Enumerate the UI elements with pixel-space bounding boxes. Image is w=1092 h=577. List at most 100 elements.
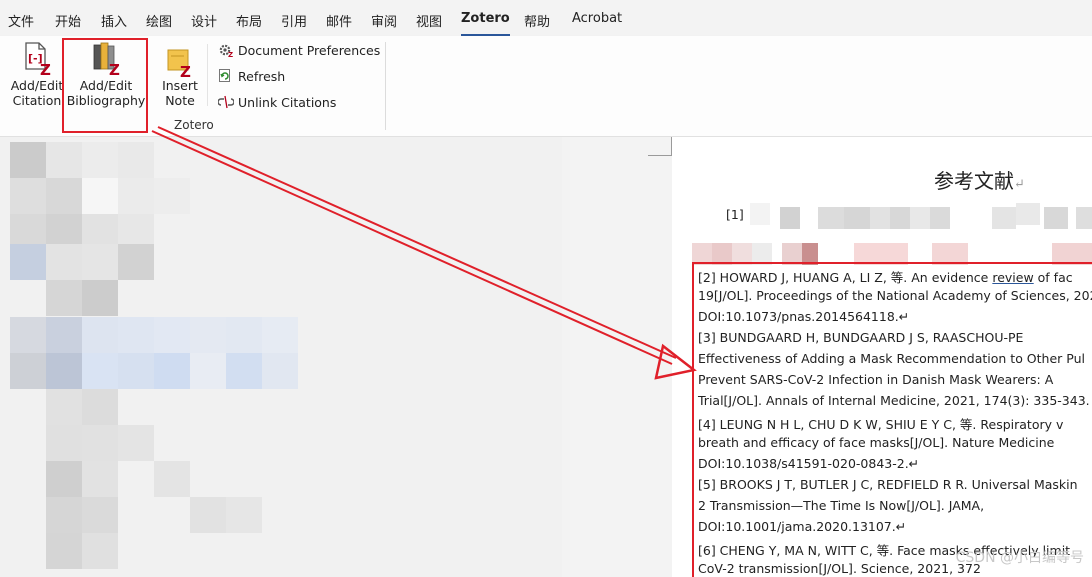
blur-pixel [750,203,770,225]
refresh-label: Refresh [238,69,286,84]
blur-pixel [844,207,870,229]
refresh-button[interactable]: Refresh [218,69,285,84]
blur-pixel [226,497,262,533]
gear-icon: Z [218,43,234,59]
ribbon-group-separator [385,42,386,130]
blur-pixel [190,353,226,389]
blur-pixel [10,317,46,353]
tab-help[interactable]: 帮助 [524,11,550,30]
blur-pixel [46,178,82,214]
blur-pixel [10,178,46,214]
insert-note-button[interactable]: Z Insert Note [158,42,202,108]
blur-pixel [226,317,262,353]
blur-pixel [154,353,190,389]
blur-pixel [82,280,118,316]
refresh-icon [218,69,234,83]
add-edit-citation-label-2: Citation [12,93,62,108]
blur-pixel [82,353,118,389]
blur-pixel [46,533,82,569]
blur-pixel [46,425,82,461]
blur-pixel [46,389,82,425]
blur-pixel [46,353,82,389]
bibliography-result-box [692,262,1092,577]
tab-review[interactable]: 审阅 [371,11,397,30]
blur-pixel [118,353,154,389]
citation-icon: [-] Z [22,42,54,79]
blur-pixel [870,207,890,229]
document-preferences-button[interactable]: Z Document Preferences [218,43,381,59]
blur-pixel [118,142,154,178]
blur-pixel [118,317,154,353]
blur-pixel [118,178,154,214]
blur-pixel [46,244,82,280]
add-edit-citation-label-1: Add/Edit [10,78,64,93]
references-heading: 参考文献↵ [934,169,1025,193]
blur-pixel [10,142,46,178]
blur-pixel [46,317,82,353]
blur-pixel [190,317,226,353]
zotero-ribbon: [-] Z Add/Edit Citation Z Add/Edit Bibli… [0,36,1092,137]
blur-pixel [992,207,1016,229]
blur-pixel [154,178,190,214]
add-edit-citation-button[interactable]: [-] Z Add/Edit Citation [6,42,68,108]
blur-pixel [780,207,800,229]
blur-pixel [82,425,118,461]
svg-text:Z: Z [228,51,233,57]
blur-pixel [818,207,844,229]
blur-pixel [82,533,118,569]
blur-pixel [46,497,82,533]
menu-bar: 文件 开始 插入 绘图 设计 布局 引用 邮件 审阅 视图 Zotero 帮助 … [0,0,1092,37]
tab-draw[interactable]: 绘图 [146,11,172,30]
tab-references[interactable]: 引用 [281,11,307,30]
blur-pixel [1076,207,1092,229]
tab-layout[interactable]: 布局 [236,11,262,30]
blur-pixel [46,142,82,178]
ribbon-divider [207,44,208,106]
insert-note-label-1: Insert [162,78,198,93]
blur-pixel [118,425,154,461]
svg-text:Z: Z [180,63,191,78]
blur-pixel [154,317,190,353]
tab-home[interactable]: 开始 [55,11,81,30]
blur-pixel [262,317,298,353]
tab-view[interactable]: 视图 [416,11,442,30]
tab-acrobat[interactable]: Acrobat [572,11,622,26]
tab-design[interactable]: 设计 [191,11,217,30]
insert-note-label-2: Note [165,93,195,108]
blur-pixel [1044,207,1068,229]
blur-pixel [262,353,298,389]
blur-pixel [226,353,262,389]
document-preferences-label: Document Preferences [238,43,381,58]
blur-pixel [930,207,950,229]
unlink-citations-label: Unlink Citations [238,95,337,110]
tab-insert[interactable]: 插入 [101,11,127,30]
svg-text:Z: Z [40,61,51,76]
blur-pixel [154,461,190,497]
page-corner-mark [648,137,672,156]
unlink-icon [217,95,235,109]
zotero-group-label: Zotero [174,118,214,132]
blur-pixel [910,207,930,229]
tab-mailings[interactable]: 邮件 [326,11,352,30]
blur-pixel [82,389,118,425]
bibliography-highlight-box [62,38,148,133]
blur-pixel [1016,203,1040,225]
blur-pixel [190,497,226,533]
blur-pixel [10,244,46,280]
blur-pixel [890,207,910,229]
blur-pixel [82,244,118,280]
unlink-citations-button[interactable]: Unlink Citations [217,95,337,110]
blurred-content [0,137,562,577]
note-icon: Z [166,48,196,81]
blur-pixel [82,461,118,497]
blur-pixel [46,280,82,316]
reference-1-number: [1] [726,207,744,222]
blur-pixel [118,244,154,280]
blur-pixel [46,461,82,497]
blur-pixel [82,497,118,533]
blur-pixel [82,142,118,178]
blur-pixel [82,178,118,214]
tab-file[interactable]: 文件 [8,11,34,30]
tab-zotero[interactable]: Zotero [461,11,510,37]
blur-pixel [10,353,46,389]
